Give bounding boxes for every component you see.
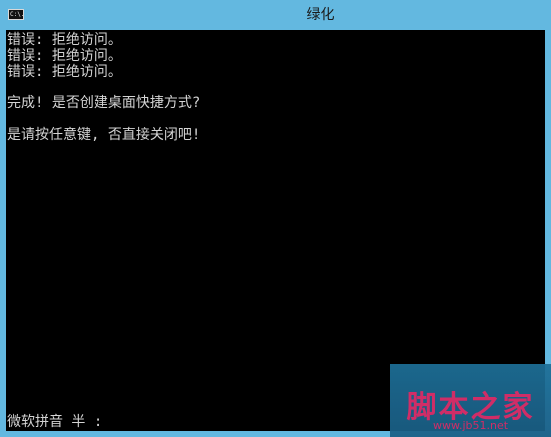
console-line: 错误: 拒绝访问。 bbox=[7, 32, 122, 48]
console-line: 错误: 拒绝访问。 bbox=[7, 64, 122, 80]
window-title: 绿化 bbox=[306, 7, 335, 23]
ime-status: 微软拼音 半 : bbox=[7, 414, 103, 430]
watermark-url: www.jb51.net bbox=[432, 419, 509, 432]
console-line: 完成! 是否创建桌面快捷方式? bbox=[7, 95, 201, 111]
console-line: 是请按任意键, 否直接关闭吧! bbox=[7, 127, 201, 143]
console-line: 错误: 拒绝访问。 bbox=[7, 48, 122, 64]
console-window: C:\. 绿化 错误: 拒绝访问。 错误: 拒绝访问。 错误: 拒绝访问。 完成… bbox=[0, 0, 551, 437]
watermark-logo: 脚本之家 www.jb51.net bbox=[390, 364, 551, 437]
title-bar[interactable]: C:\. 绿化 bbox=[0, 0, 551, 30]
